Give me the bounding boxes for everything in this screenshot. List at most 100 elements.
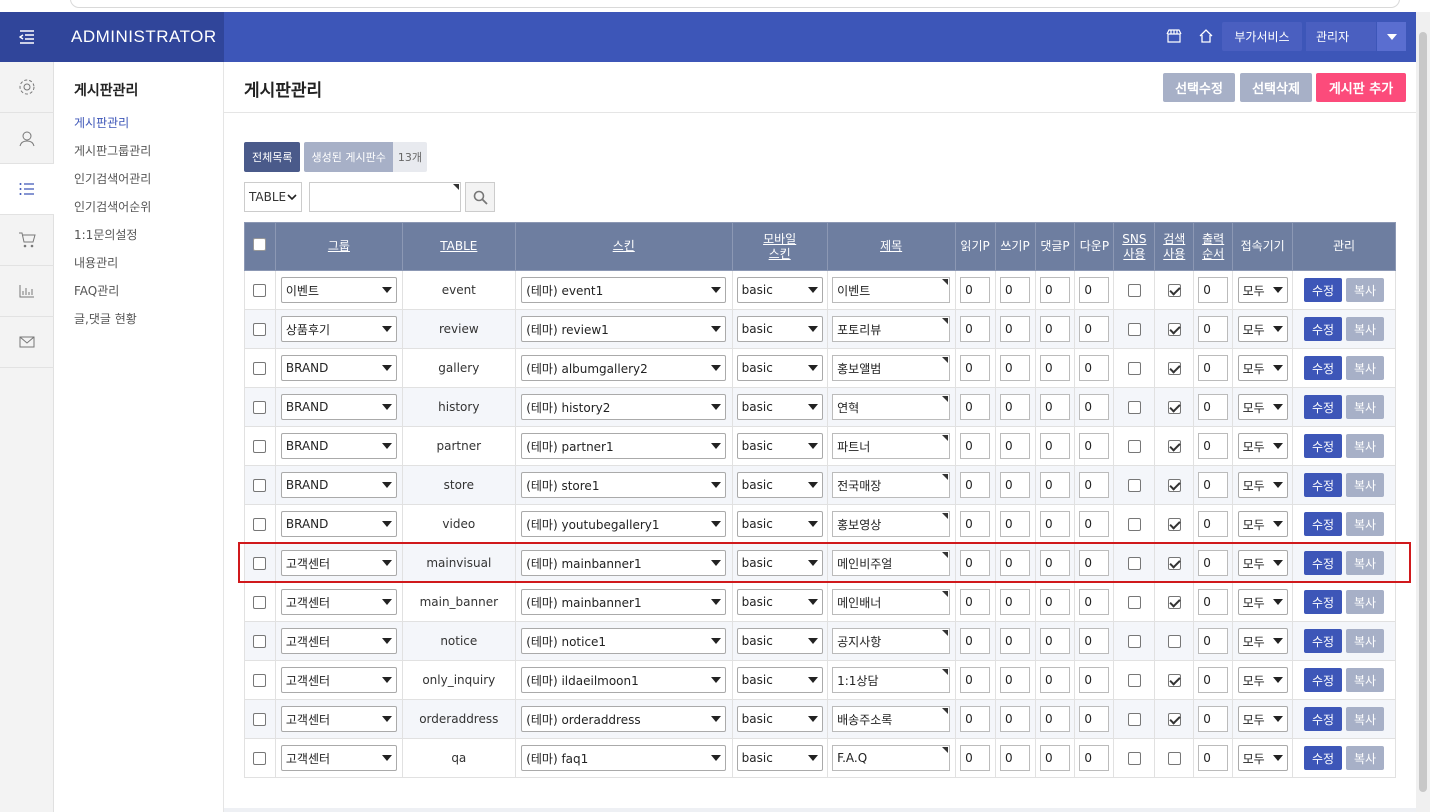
read-point-input[interactable]: 0 <box>960 628 991 654</box>
submenu-item-keyword-rank[interactable]: 인기검색어순위 <box>74 198 223 226</box>
sns-checkbox[interactable] <box>1127 362 1141 375</box>
mobile-skin-select[interactable]: basic <box>736 472 823 498</box>
edit-button[interactable]: 수정 <box>1304 434 1343 458</box>
write-point-input[interactable]: 0 <box>1000 316 1031 342</box>
search-use-checkbox[interactable] <box>1167 479 1181 492</box>
comment-point-input[interactable]: 0 <box>1039 277 1070 303</box>
copy-button[interactable]: 복사 <box>1346 629 1385 653</box>
group-select[interactable]: 고객센터 <box>280 628 397 654</box>
mobile-skin-select[interactable]: basic <box>736 706 823 732</box>
add-board-button[interactable]: 게시판 추가 <box>1316 73 1406 102</box>
addon-service-button[interactable]: 부가서비스 <box>1222 22 1302 51</box>
device-select[interactable]: 모두 <box>1237 433 1288 459</box>
scrollbar-thumb[interactable] <box>1419 32 1427 792</box>
group-select[interactable]: BRAND <box>280 511 397 537</box>
subject-input[interactable]: 공지사항 <box>832 628 951 654</box>
order-input[interactable]: 0 <box>1198 472 1229 498</box>
copy-button[interactable]: 복사 <box>1346 473 1385 497</box>
write-point-input[interactable]: 0 <box>1000 355 1031 381</box>
order-input[interactable]: 0 <box>1198 628 1229 654</box>
group-select[interactable]: 고객센터 <box>280 550 397 576</box>
download-point-input[interactable]: 0 <box>1079 472 1110 498</box>
device-select[interactable]: 모두 <box>1237 277 1288 303</box>
submenu-item-board-manage[interactable]: 게시판관리 <box>74 114 223 142</box>
write-point-input[interactable]: 0 <box>1000 394 1031 420</box>
row-checkbox[interactable] <box>253 674 267 687</box>
order-input[interactable]: 0 <box>1198 589 1229 615</box>
group-select[interactable]: 고객센터 <box>280 706 397 732</box>
mobile-skin-select[interactable]: basic <box>736 511 823 537</box>
skin-select[interactable]: (테마) orderaddress <box>521 706 727 732</box>
read-point-input[interactable]: 0 <box>960 277 991 303</box>
edit-button[interactable]: 수정 <box>1304 395 1343 419</box>
sns-checkbox[interactable] <box>1127 323 1141 336</box>
device-select[interactable]: 모두 <box>1237 550 1288 576</box>
order-input[interactable]: 0 <box>1198 706 1229 732</box>
order-input[interactable]: 0 <box>1198 355 1229 381</box>
download-point-input[interactable]: 0 <box>1079 355 1110 381</box>
search-use-checkbox[interactable] <box>1167 440 1181 453</box>
select-edit-button[interactable]: 선택수정 <box>1163 73 1235 102</box>
subject-input[interactable]: 연혁 <box>832 394 951 420</box>
comment-point-input[interactable]: 0 <box>1039 667 1070 693</box>
subject-input[interactable]: 파트너 <box>832 433 951 459</box>
write-point-input[interactable]: 0 <box>1000 667 1031 693</box>
header-skin[interactable]: 스킨 <box>514 222 733 271</box>
statistics-chart-icon[interactable] <box>0 266 54 317</box>
read-point-input[interactable]: 0 <box>960 706 991 732</box>
tab-all-list[interactable]: 전체목록 <box>244 142 301 172</box>
header-mobile-skin[interactable]: 모바일 스킨 <box>731 222 828 271</box>
write-point-input[interactable]: 0 <box>1000 433 1031 459</box>
search-field-select[interactable]: TABLE <box>244 182 302 212</box>
order-input[interactable]: 0 <box>1198 394 1229 420</box>
select-delete-button[interactable]: 선택삭제 <box>1240 73 1312 102</box>
search-use-checkbox[interactable] <box>1167 557 1181 570</box>
admin-dropdown-caret-icon[interactable] <box>1377 22 1406 51</box>
read-point-input[interactable]: 0 <box>960 316 991 342</box>
comment-point-input[interactable]: 0 <box>1039 511 1070 537</box>
read-point-input[interactable]: 0 <box>960 589 991 615</box>
order-input[interactable]: 0 <box>1198 433 1229 459</box>
group-select[interactable]: 고객센터 <box>280 667 397 693</box>
mobile-skin-select[interactable]: basic <box>736 628 823 654</box>
copy-button[interactable]: 복사 <box>1346 434 1385 458</box>
mobile-skin-select[interactable]: basic <box>736 316 823 342</box>
read-point-input[interactable]: 0 <box>960 433 991 459</box>
mobile-skin-select[interactable]: basic <box>736 745 823 771</box>
subject-input[interactable]: 포토리뷰 <box>832 316 951 342</box>
download-point-input[interactable]: 0 <box>1079 550 1110 576</box>
subject-input[interactable]: 메인배너 <box>832 589 951 615</box>
header-table[interactable]: TABLE <box>401 222 516 271</box>
skin-select[interactable]: (테마) mainbanner1 <box>521 550 727 576</box>
order-input[interactable]: 0 <box>1198 316 1229 342</box>
subject-input[interactable]: 1:1상담 <box>832 667 951 693</box>
row-checkbox[interactable] <box>253 440 267 453</box>
group-select[interactable]: 고객센터 <box>280 745 397 771</box>
order-input[interactable]: 0 <box>1198 511 1229 537</box>
write-point-input[interactable]: 0 <box>1000 628 1031 654</box>
copy-button[interactable]: 복사 <box>1346 317 1385 341</box>
search-use-checkbox[interactable] <box>1167 596 1181 609</box>
download-point-input[interactable]: 0 <box>1079 589 1110 615</box>
download-point-input[interactable]: 0 <box>1079 316 1110 342</box>
edit-button[interactable]: 수정 <box>1304 590 1343 614</box>
edit-button[interactable]: 수정 <box>1304 746 1343 770</box>
download-point-input[interactable]: 0 <box>1079 706 1110 732</box>
skin-select[interactable]: (테마) albumgallery2 <box>521 355 727 381</box>
sns-checkbox[interactable] <box>1127 674 1141 687</box>
subject-input[interactable]: 메인비주얼 <box>832 550 951 576</box>
skin-select[interactable]: (테마) review1 <box>521 316 727 342</box>
submenu-item-faq-manage[interactable]: FAQ관리 <box>74 282 223 310</box>
header-group[interactable]: 그룹 <box>274 222 403 271</box>
device-select[interactable]: 모두 <box>1237 589 1288 615</box>
download-point-input[interactable]: 0 <box>1079 628 1110 654</box>
comment-point-input[interactable]: 0 <box>1039 628 1070 654</box>
mobile-skin-select[interactable]: basic <box>736 355 823 381</box>
home-icon[interactable] <box>1196 26 1216 46</box>
search-use-checkbox[interactable] <box>1167 518 1181 531</box>
read-point-input[interactable]: 0 <box>960 511 991 537</box>
search-use-checkbox[interactable] <box>1167 284 1181 297</box>
copy-button[interactable]: 복사 <box>1346 590 1385 614</box>
search-use-checkbox[interactable] <box>1167 362 1181 375</box>
sns-checkbox[interactable] <box>1127 557 1141 570</box>
